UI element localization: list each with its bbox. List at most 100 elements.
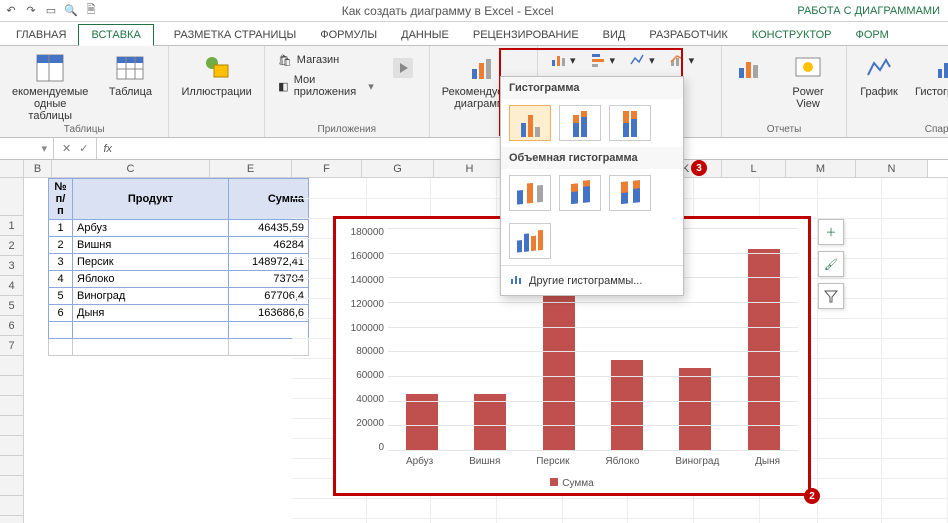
tab-view[interactable]: ВИД xyxy=(591,25,638,45)
cell-product[interactable]: Яблоко xyxy=(73,271,229,288)
chart-styles-button[interactable]: 🖌 xyxy=(818,251,844,277)
column-header-N[interactable]: N xyxy=(856,160,928,177)
tab-format[interactable]: ФОРМ xyxy=(844,25,901,45)
cell-product[interactable]: Вишня xyxy=(73,237,229,254)
my-apps-button[interactable]: ◧ Мои приложения ▾ xyxy=(273,72,378,100)
tab-insert[interactable]: ВСТАВКА xyxy=(78,24,153,46)
header-product[interactable]: Продукт xyxy=(73,179,229,220)
header-np[interactable]: № п/п xyxy=(49,179,73,220)
pivotchart-icon xyxy=(734,52,766,84)
illustrations-button[interactable]: Иллюстрации xyxy=(177,50,255,100)
redo-icon[interactable]: ↷ xyxy=(24,4,38,18)
cell-product[interactable]: Персик xyxy=(73,254,229,271)
ribbon: екомендуемые одные таблицы Таблица Табли… xyxy=(0,46,948,138)
column-header-B[interactable]: B xyxy=(24,160,52,177)
column-header-F[interactable]: F xyxy=(292,160,362,177)
tab-design[interactable]: КОНСТРУКТОР xyxy=(740,25,844,45)
column-header-G[interactable]: G xyxy=(362,160,434,177)
column-header-H[interactable]: H xyxy=(434,160,506,177)
tab-formulas[interactable]: ФОРМУЛЫ xyxy=(308,25,389,45)
chart-bar[interactable] xyxy=(474,394,506,451)
column-header-M[interactable]: M xyxy=(786,160,856,177)
worksheet[interactable]: BCDEFGHIJKLMN № п/п Продукт Сумма 1Арбуз… xyxy=(0,160,948,523)
tab-home[interactable]: ГЛАВНАЯ xyxy=(4,25,78,45)
name-box[interactable]: ▾ xyxy=(0,138,54,159)
row-header-4[interactable]: 4 xyxy=(0,276,24,296)
3d-stacked-column-option[interactable] xyxy=(559,175,601,211)
touch-mode-icon[interactable]: ▭ xyxy=(44,4,58,18)
fx-button[interactable]: fx xyxy=(96,138,118,159)
undo-icon[interactable]: ↶ xyxy=(4,4,18,18)
power-view-button[interactable]: Power View xyxy=(778,50,838,112)
column-header-L[interactable]: L xyxy=(722,160,786,177)
clustered-column-option[interactable] xyxy=(509,105,551,141)
recommended-pivot-tables-button[interactable]: екомендуемые одные таблицы xyxy=(8,50,92,124)
cell-product[interactable]: Арбуз xyxy=(73,220,229,237)
row-header-1[interactable]: 1 xyxy=(0,216,24,236)
stacked-column-option[interactable] xyxy=(559,105,601,141)
row-header-5[interactable]: 5 xyxy=(0,296,24,316)
cell-np[interactable]: 3 xyxy=(49,254,73,271)
cancel-formula-icon[interactable]: ✕ xyxy=(62,142,71,155)
combo-chart-dropdown[interactable]: ▾ xyxy=(665,50,699,70)
chart-bar[interactable] xyxy=(748,249,780,451)
tab-page-layout[interactable]: РАЗМЕТКА СТРАНИЦЫ xyxy=(162,25,308,45)
bar-chart-dropdown[interactable]: ▾ xyxy=(586,50,620,70)
3d-clustered-column-option[interactable] xyxy=(509,175,551,211)
new-file-icon[interactable]: 🗎 xyxy=(84,4,98,18)
table-row[interactable]: 1Арбуз46435,59 xyxy=(49,220,309,237)
cell-product[interactable]: Виноград xyxy=(73,288,229,305)
row-header-7[interactable]: 7 xyxy=(0,336,24,356)
table-row[interactable]: 2Вишня46284 xyxy=(49,237,309,254)
ribbon-group-apps-label: Приложения xyxy=(273,124,421,135)
ribbon-group-reports-label: Отчеты xyxy=(730,124,838,135)
table-row[interactable]: 6Дыня163686,6 xyxy=(49,305,309,322)
line-chart-dropdown[interactable]: ▾ xyxy=(625,50,659,70)
tab-developer[interactable]: РАЗРАБОТЧИК xyxy=(637,25,739,45)
row-header-blank[interactable] xyxy=(0,178,24,216)
formula-bar: ▾ ✕ ✓ fx xyxy=(0,138,948,160)
sparkline-column-button[interactable]: Гистограмма xyxy=(911,50,948,100)
column-chart-dropdown[interactable]: ▾ xyxy=(546,50,580,70)
chart-bar[interactable] xyxy=(679,368,711,452)
tab-review[interactable]: РЕЦЕНЗИРОВАНИЕ xyxy=(461,25,591,45)
table-row[interactable]: 4Яблоко73704 xyxy=(49,271,309,288)
cell-np[interactable]: 2 xyxy=(49,237,73,254)
cell-np[interactable]: 4 xyxy=(49,271,73,288)
cell-np[interactable]: 6 xyxy=(49,305,73,322)
y-tick: 60000 xyxy=(338,370,384,381)
more-histograms-label: Другие гистограммы... xyxy=(529,275,642,287)
chart-elements-button[interactable]: ＋ xyxy=(818,219,844,245)
row-header-6[interactable]: 6 xyxy=(0,316,24,336)
cell-np[interactable]: 5 xyxy=(49,288,73,305)
recommended-pivot-tables-label: екомендуемые одные таблицы xyxy=(12,86,88,122)
dropdown-icon[interactable]: ▾ xyxy=(41,142,47,155)
cell-np[interactable]: 1 xyxy=(49,220,73,237)
table-row-empty[interactable] xyxy=(49,322,309,339)
chart-filters-button[interactable] xyxy=(818,283,844,309)
cell-product[interactable]: Дыня xyxy=(73,305,229,322)
row-header-3[interactable]: 3 xyxy=(0,256,24,276)
3d-stacked100-column-option[interactable] xyxy=(609,175,651,211)
column-header-C[interactable]: C xyxy=(52,160,210,177)
my-apps-label: Мои приложения xyxy=(294,74,364,98)
bing-button[interactable] xyxy=(386,50,421,86)
table-row[interactable]: 3Персик148972,41 xyxy=(49,254,309,271)
select-all-corner[interactable] xyxy=(0,160,24,177)
table-button[interactable]: Таблица xyxy=(100,50,160,100)
confirm-formula-icon[interactable]: ✓ xyxy=(79,142,88,155)
3d-column-option[interactable] xyxy=(509,223,551,259)
dropdown-icon: ▾ xyxy=(368,80,374,93)
print-preview-icon[interactable]: 🔍 xyxy=(64,4,78,18)
tab-data[interactable]: ДАННЫЕ xyxy=(389,25,461,45)
chart-bar[interactable] xyxy=(406,394,438,451)
sparkline-line-button[interactable]: График xyxy=(855,50,903,100)
stacked100-column-option[interactable] xyxy=(609,105,651,141)
chart-bar[interactable] xyxy=(611,360,643,451)
store-button[interactable]: 🛍 Магазин xyxy=(273,50,378,70)
more-histograms-option[interactable]: Другие гистограммы... xyxy=(501,265,683,295)
row-header-2[interactable]: 2 xyxy=(0,236,24,256)
column-header-E[interactable]: E xyxy=(210,160,292,177)
table-row[interactable]: 5Виноград67706,4 xyxy=(49,288,309,305)
pivotchart-button[interactable] xyxy=(730,50,770,86)
